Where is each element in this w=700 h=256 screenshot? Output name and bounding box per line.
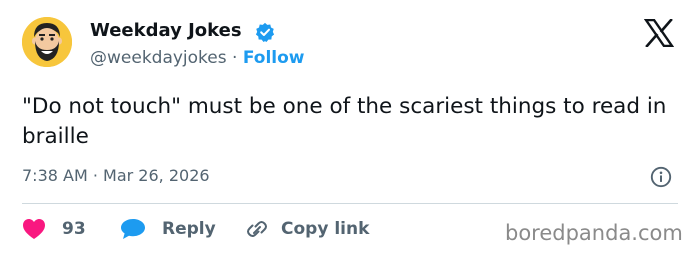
speech-bubble-icon — [121, 219, 145, 239]
reply-button[interactable]: Reply — [120, 218, 216, 240]
tweet-timestamp[interactable]: 7:38 AM · Mar 26, 2026 — [22, 166, 210, 185]
author-display-name[interactable]: Weekday Jokes — [90, 20, 242, 41]
author-handle-row: @weekdayjokes · Follow — [90, 48, 305, 68]
info-icon[interactable] — [650, 166, 672, 188]
date-separator: · — [87, 166, 104, 185]
like-button[interactable]: 93 — [22, 218, 86, 240]
handle-separator: · — [226, 48, 243, 68]
verified-badge-icon — [255, 22, 275, 42]
tweet-text: "Do not touch" must be one of the scarie… — [22, 94, 667, 149]
author-handle[interactable]: @weekdayjokes — [90, 48, 227, 68]
link-icon — [247, 221, 267, 237]
reply-label: Reply — [162, 219, 216, 239]
copy-link-label: Copy link — [281, 219, 370, 239]
watermark: boredpanda.com — [505, 221, 683, 245]
bearded-man-avatar-icon — [22, 17, 72, 67]
tweet-time: 7:38 AM — [22, 166, 88, 185]
follow-button[interactable]: Follow — [243, 48, 305, 68]
copy-link-button[interactable]: Copy link — [245, 218, 369, 240]
avatar[interactable] — [22, 17, 72, 67]
heart-icon — [23, 219, 45, 239]
divider — [22, 203, 678, 204]
likes-count: 93 — [62, 219, 86, 239]
x-logo-icon[interactable] — [644, 19, 674, 47]
tweet-date: Mar 26, 2026 — [103, 166, 210, 185]
